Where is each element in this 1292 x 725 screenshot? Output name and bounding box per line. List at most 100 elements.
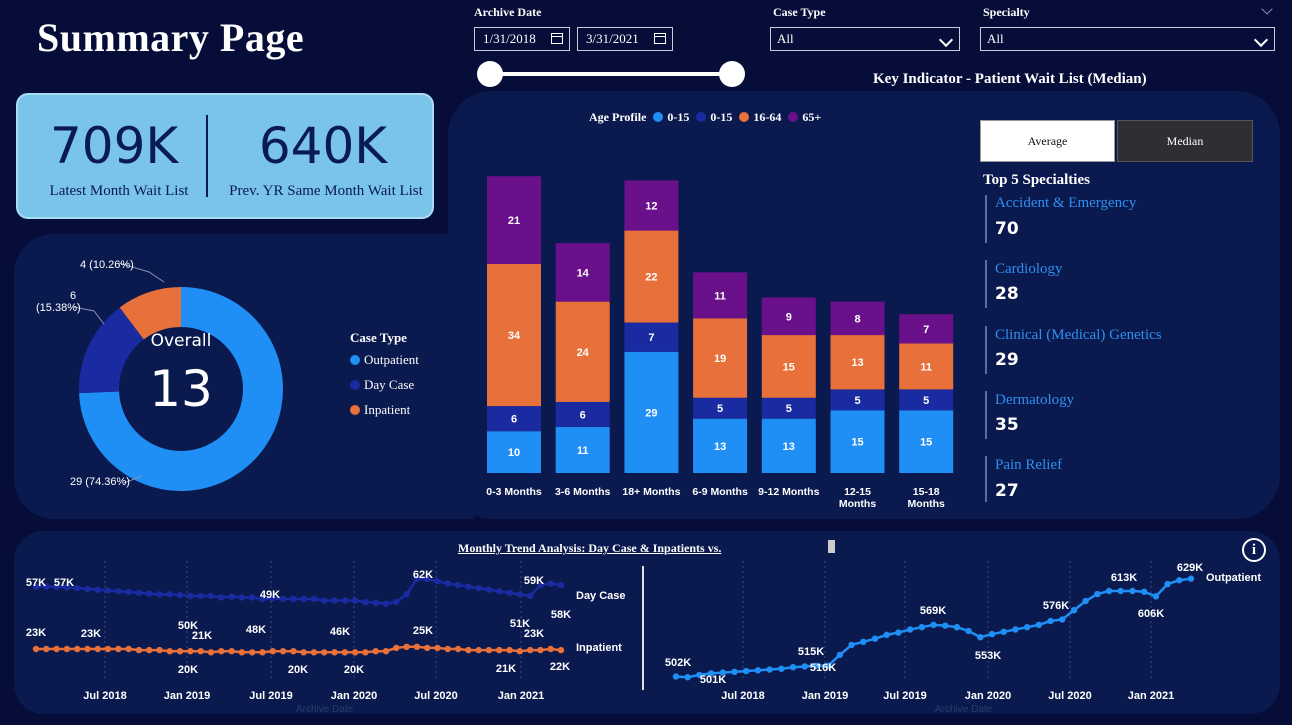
inpatient-point[interactable] — [393, 644, 400, 652]
day-case-point[interactable] — [248, 594, 256, 601]
inpatient-point[interactable] — [454, 645, 462, 653]
outpatient-point[interactable] — [1059, 616, 1066, 623]
outpatient-point[interactable] — [1070, 607, 1078, 614]
outpatient-point[interactable] — [848, 641, 855, 649]
inpatient-point[interactable] — [84, 645, 91, 653]
date-slider-track[interactable] — [489, 72, 732, 76]
day-case-point[interactable] — [207, 592, 215, 600]
inpatient-point[interactable] — [115, 645, 122, 653]
inpatient-point[interactable] — [104, 645, 112, 653]
day-case-point[interactable] — [228, 593, 235, 600]
day-case-point[interactable] — [73, 584, 81, 592]
inpatient-point[interactable] — [290, 648, 297, 655]
outpatient-point[interactable] — [977, 633, 984, 641]
outpatient-point[interactable] — [766, 666, 773, 673]
day-case-point[interactable] — [197, 592, 204, 600]
inpatient-point[interactable] — [372, 648, 379, 655]
day-case-point[interactable] — [403, 591, 410, 598]
outpatient-point[interactable] — [918, 623, 925, 631]
inpatient-point[interactable] — [218, 648, 225, 655]
inpatient-point[interactable] — [516, 648, 524, 655]
outpatient-point[interactable] — [836, 651, 844, 659]
inpatient-point[interactable] — [547, 645, 554, 653]
inpatient-point[interactable] — [465, 646, 472, 654]
outpatient-point[interactable] — [1082, 597, 1089, 605]
inpatient-point[interactable] — [187, 648, 194, 655]
day-case-point[interactable] — [382, 600, 390, 607]
average-toggle-button[interactable]: Average — [980, 120, 1115, 162]
end-date-field[interactable]: 3/31/2021 — [577, 27, 673, 51]
inpatient-point[interactable] — [279, 648, 287, 655]
outpatient-point[interactable] — [1012, 626, 1019, 633]
outpatient-point[interactable] — [1023, 623, 1031, 631]
outpatient-point[interactable] — [1035, 621, 1043, 629]
outpatient-point[interactable] — [871, 635, 879, 642]
specialty-dropdown[interactable]: All — [980, 27, 1275, 51]
legend-item-daycase[interactable]: Day Case — [350, 377, 414, 393]
outpatient-point[interactable] — [684, 674, 691, 681]
day-case-point[interactable] — [331, 597, 338, 604]
inpatient-point[interactable] — [259, 649, 266, 656]
day-case-point[interactable] — [115, 588, 122, 595]
outpatient-point[interactable] — [1047, 617, 1054, 625]
day-case-point[interactable] — [310, 595, 318, 603]
outpatient-point[interactable] — [1140, 588, 1148, 595]
day-case-point[interactable] — [166, 591, 174, 598]
day-case-point[interactable] — [125, 588, 132, 596]
collapse-chevron-icon[interactable] — [1261, 3, 1273, 15]
outpatient-point[interactable] — [965, 627, 972, 635]
inpatient-point[interactable] — [434, 644, 441, 652]
day-case-point[interactable] — [104, 587, 112, 594]
inpatient-point[interactable] — [403, 643, 410, 650]
inpatient-point[interactable] — [496, 646, 503, 654]
specialty-name[interactable]: Accident & Emergency — [995, 195, 1136, 212]
day-case-point[interactable] — [279, 595, 287, 603]
inpatient-point[interactable] — [135, 646, 143, 654]
outpatient-point[interactable] — [731, 668, 738, 676]
day-case-point[interactable] — [218, 594, 225, 601]
inpatient-point[interactable] — [248, 649, 256, 656]
outpatient-point[interactable] — [672, 673, 680, 680]
outpatient-point[interactable] — [930, 621, 937, 629]
inpatient-point[interactable] — [382, 648, 390, 655]
day-case-point[interactable] — [146, 590, 153, 597]
date-slider-start-handle[interactable] — [477, 61, 503, 87]
outpatient-point[interactable] — [1105, 587, 1113, 595]
legend-item-outpatient[interactable]: Outpatient — [350, 352, 419, 368]
inpatient-point[interactable] — [32, 645, 40, 653]
day-case-point[interactable] — [506, 589, 513, 596]
outpatient-point[interactable] — [953, 623, 961, 631]
inpatient-point[interactable] — [269, 648, 276, 655]
start-date-field[interactable]: 1/31/2018 — [474, 27, 570, 51]
inpatient-point[interactable] — [156, 646, 163, 654]
day-case-point[interactable] — [187, 592, 194, 600]
inpatient-point[interactable] — [351, 649, 359, 656]
inpatient-point[interactable] — [300, 649, 307, 656]
outpatient-point[interactable] — [789, 664, 797, 671]
outpatient-point[interactable] — [1187, 575, 1195, 582]
inpatient-point[interactable] — [526, 646, 534, 654]
day-case-point[interactable] — [238, 594, 246, 601]
day-case-point[interactable] — [135, 589, 143, 596]
day-case-point[interactable] — [434, 577, 441, 585]
inpatient-point[interactable] — [321, 649, 328, 656]
outpatient-point[interactable] — [1164, 580, 1171, 588]
day-case-point[interactable] — [341, 597, 349, 604]
day-case-point[interactable] — [290, 595, 297, 603]
outpatient-point[interactable] — [743, 667, 750, 675]
day-case-point[interactable] — [444, 580, 451, 587]
day-case-point[interactable] — [156, 591, 163, 598]
day-case-point[interactable] — [557, 581, 565, 589]
day-case-point[interactable] — [351, 597, 359, 604]
inpatient-point[interactable] — [362, 649, 369, 656]
inpatient-point[interactable] — [197, 648, 204, 655]
inpatient-point[interactable] — [331, 649, 338, 656]
outpatient-point[interactable] — [1117, 587, 1124, 595]
day-case-point[interactable] — [362, 598, 369, 606]
inpatient-point[interactable] — [557, 646, 565, 654]
day-case-point[interactable] — [465, 583, 472, 590]
inpatient-point[interactable] — [506, 646, 513, 654]
day-case-point[interactable] — [475, 584, 482, 592]
outpatient-point[interactable] — [883, 631, 890, 639]
date-slider-end-handle[interactable] — [719, 61, 745, 87]
